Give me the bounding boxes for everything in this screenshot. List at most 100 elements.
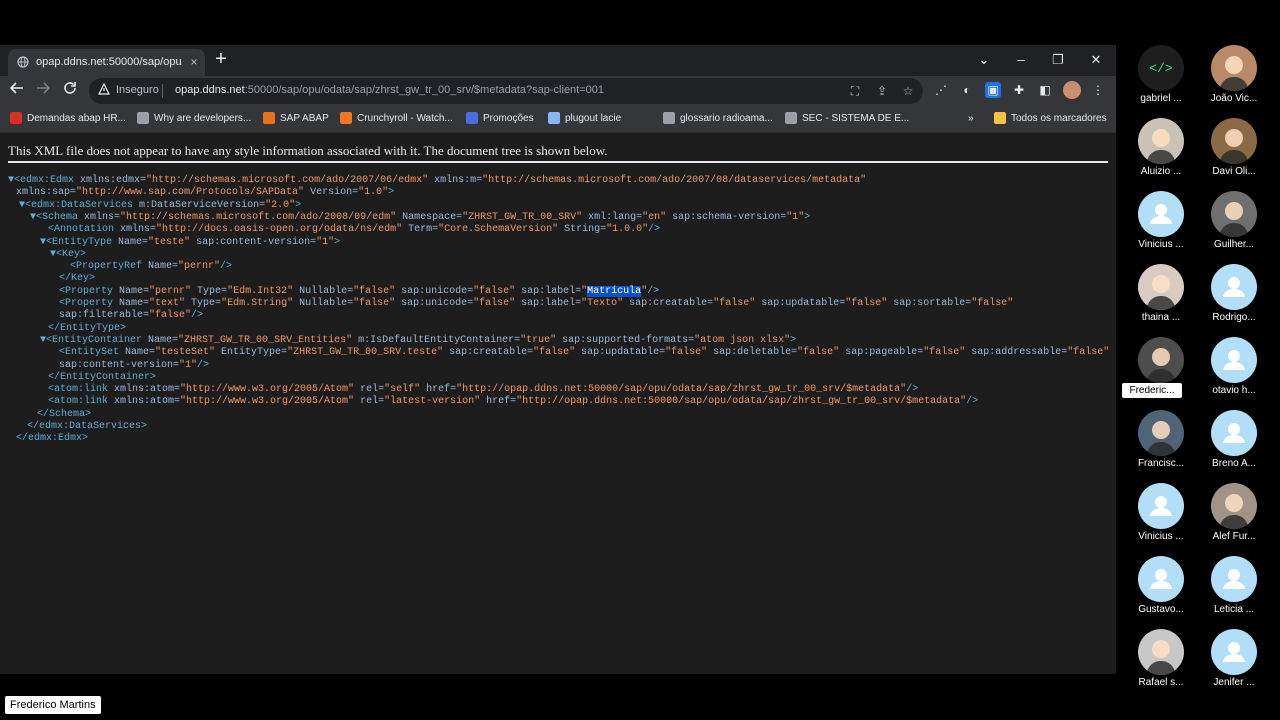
bookmark-favicon-icon (548, 112, 560, 125)
xml-token: > (334, 236, 341, 248)
bookmark-item[interactable]: Demandas abap HR... (10, 111, 126, 127)
participant-tile[interactable]: Aluizio ... (1126, 118, 1196, 184)
xml-token: /> (191, 310, 204, 322)
participant-tile[interactable]: Davi Oli... (1199, 118, 1269, 184)
bookmark-item[interactable]: plugout lacie (548, 111, 621, 127)
xml-token: xmlns:atom= (108, 396, 181, 408)
all-bookmarks-folder[interactable]: Todos os marcadores (994, 111, 1107, 127)
notice-divider (8, 161, 1108, 163)
participant-tile[interactable]: Vinicius ... (1126, 483, 1196, 549)
xml-token: "false" (797, 347, 840, 359)
xml-line: </edmx:DataServices> (27, 421, 147, 433)
xml-token: Name= (142, 334, 179, 346)
participant-tile[interactable]: João Vic... (1199, 45, 1269, 111)
new-tab-button[interactable]: + (212, 49, 230, 69)
forward-button[interactable] (33, 81, 53, 101)
extension-icon[interactable]: ◐ (959, 82, 975, 98)
bookmark-label: glossario radioama... (680, 113, 773, 124)
self-name-tag: Frederico Martins (5, 696, 101, 714)
bookmark-favicon-icon (785, 112, 797, 125)
xml-line: </edmx:Edmx> (16, 433, 88, 445)
participant-tile[interactable]: Rafael s... (1126, 629, 1196, 695)
extension-icon[interactable]: ▣ (985, 82, 1001, 98)
tab-title: opap.ddns.net:50000/sap/opu/o (36, 56, 182, 68)
bookmark-item[interactable]: SEC - SISTEMA DE E... (785, 111, 909, 127)
xml-token: "1.0" (358, 187, 389, 199)
bookmark-item[interactable]: Why are developers... (137, 111, 251, 127)
participant-tile[interactable]: Leticia ... (1199, 556, 1269, 622)
xml-token: sap:schema-version= (666, 211, 787, 223)
participant-name: Aluizio ... (1140, 166, 1182, 177)
minimize-button[interactable]: – (1010, 49, 1032, 71)
participant-name: Francisc... (1137, 458, 1185, 469)
extension-icon[interactable]: ⋰ (933, 82, 949, 98)
address-bar[interactable]: Inseguro opap.ddns.net:50000/sap/opu/oda… (89, 78, 923, 104)
bookmark-item[interactable]: Crunchyroll - Watch... (340, 111, 453, 127)
avatar (1211, 45, 1257, 91)
participant-tile[interactable]: Gustavo... (1126, 556, 1196, 622)
bookmark-item[interactable]: glossario radioama... (663, 111, 773, 127)
bookmark-favicon-icon (663, 112, 675, 125)
participant-tile[interactable]: Francisc... (1126, 410, 1196, 476)
xml-token: Version= (304, 187, 359, 199)
xml-token: /> (197, 359, 210, 371)
participant-name: Breno A... (1212, 458, 1256, 469)
share-icon[interactable]: ⇪ (874, 83, 890, 99)
person-icon (1150, 204, 1172, 224)
xml-line: ▼<edmx:Edmx xmlns:edmx="http://schemas.m… (8, 175, 866, 187)
participant-tile[interactable]: </> gabriel ... (1126, 45, 1196, 111)
all-bookmarks-label: Todos os marcadores (1011, 113, 1107, 124)
xml-token: </edmx:DataServices> (27, 421, 148, 432)
xml-token: </Key> (59, 273, 96, 285)
participant-name: gabriel ... (1140, 93, 1182, 104)
side-panel-icon[interactable]: ◧ (1037, 82, 1053, 98)
participant-tile[interactable]: otavio h... (1199, 337, 1269, 403)
xml-token: /> (220, 261, 233, 273)
maximize-button[interactable]: ❐ (1047, 49, 1069, 71)
xml-token: Name= (113, 285, 150, 297)
warning-icon[interactable] (97, 82, 111, 97)
participant-tile[interactable]: Jenifer ... (1199, 629, 1269, 695)
puzzle-icon[interactable]: ✚ (1011, 82, 1027, 98)
tab-close-icon[interactable]: × (187, 55, 201, 69)
participant-tile[interactable]: Vinicius ... (1126, 191, 1196, 257)
participant-tile[interactable]: Breno A... (1199, 410, 1269, 476)
xml-line: ▼<edmx:DataServices m:DataServiceVersion… (19, 200, 301, 212)
xml-token: sap:pageable= (839, 347, 924, 359)
xml-token: "true" (520, 334, 557, 346)
xml-token: "testeSet" (155, 347, 216, 359)
bookmark-favicon-icon (340, 112, 352, 125)
person-icon (1150, 496, 1172, 516)
xml-token: "self" (384, 384, 421, 396)
reload-button[interactable] (60, 81, 80, 101)
translate-icon[interactable]: ⛶ (847, 83, 863, 99)
profile-avatar[interactable] (1063, 81, 1081, 99)
participant-tile[interactable]: Guilher... (1199, 191, 1269, 257)
xml-token: sap:filterable= (59, 310, 150, 322)
participant-tile[interactable]: Frederic... (1122, 337, 1196, 403)
bookmarks-overflow-icon[interactable]: » (968, 111, 974, 127)
participant-tile[interactable]: Rodrigo... (1199, 264, 1269, 330)
security-label[interactable]: Inseguro (116, 84, 159, 96)
menu-dots-icon[interactable]: ⋮ (1090, 82, 1106, 98)
xml-line: sap:content-version="1"/> (59, 360, 209, 372)
xml-token: "Edm.Int32" (227, 285, 294, 297)
svg-text:</>: </> (1149, 61, 1173, 76)
participant-name: Vinicius ... (1138, 531, 1184, 542)
xml-token: "http://opap.ddns.net:50000/sap/opu/odat… (516, 396, 967, 408)
xml-token: sap:creatable= (623, 298, 714, 309)
xml-token: sap:supported-formats= (556, 334, 695, 346)
close-window-button[interactable]: ✕ (1085, 49, 1107, 71)
xml-token: "latest-version" (384, 396, 481, 408)
bookmark-star-icon[interactable]: ☆ (900, 83, 916, 99)
bookmark-item[interactable]: Promoções (466, 111, 534, 127)
tab-search-dropdown-icon[interactable]: ⌄ (973, 49, 995, 71)
tab-active[interactable]: opap.ddns.net:50000/sap/opu/o × (8, 49, 205, 76)
participant-tile[interactable]: thaina ... (1126, 264, 1196, 330)
participant-tile[interactable]: Alef Fur... (1199, 483, 1269, 549)
bookmark-item[interactable]: SAP ABAP (263, 111, 329, 127)
url-text[interactable]: opap.ddns.net:50000/sap/opu/odata/sap/zh… (175, 84, 604, 96)
back-button[interactable] (7, 81, 27, 101)
xml-token: rel= (354, 384, 385, 396)
back-arrow-icon (9, 82, 23, 94)
